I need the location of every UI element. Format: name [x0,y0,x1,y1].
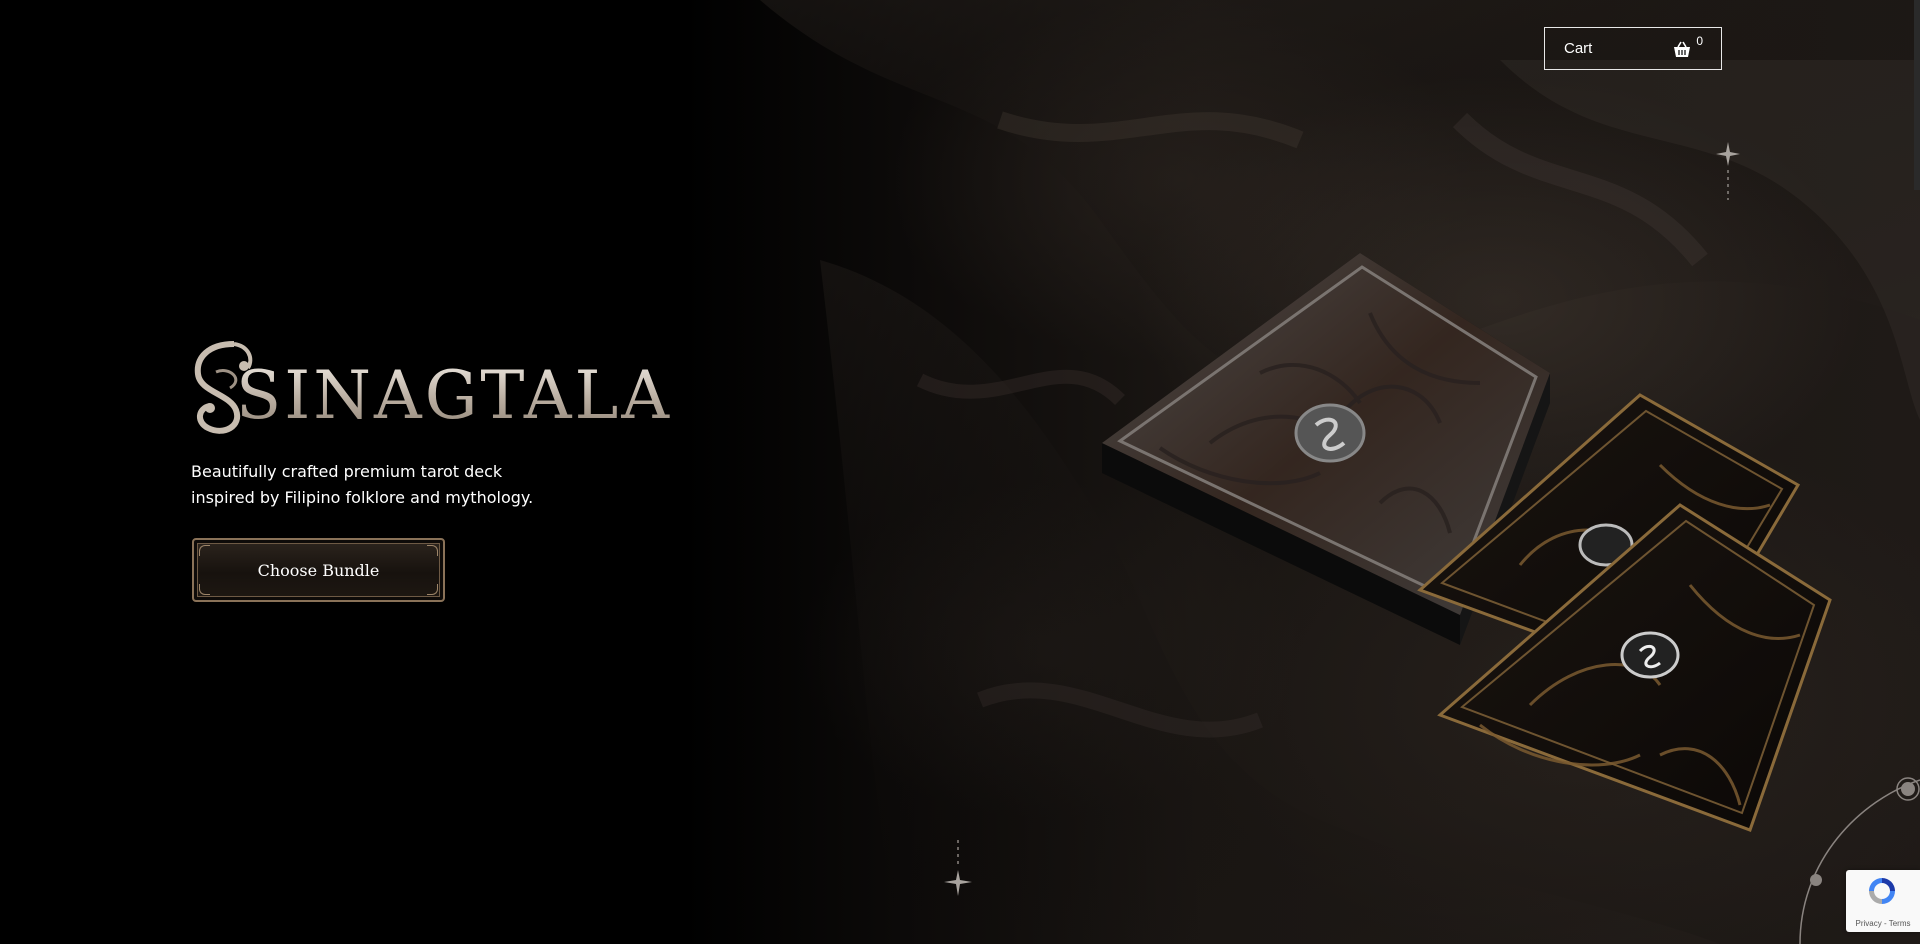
button-ornament [199,545,210,556]
basket-icon [1674,41,1691,57]
brand-wordmark: SINAGTALA [236,357,672,434]
sparkle-star-icon [944,840,972,896]
button-ornament [199,584,210,595]
choose-bundle-button[interactable]: Choose Bundle [192,538,445,602]
scrollbar[interactable] [1914,0,1920,190]
recaptcha-icon [1869,878,1895,904]
choose-bundle-label: Choose Bundle [257,560,380,580]
button-ornament [427,545,438,556]
recaptcha-badge[interactable]: Privacy - Terms [1846,870,1920,932]
sparkle-star-icon [1716,142,1740,200]
page: Cart 0 SINAGTALA Beautifully crafted pre… [0,0,1920,944]
brand-logo: SINAGTALA [194,341,672,434]
cart-label: Cart [1564,40,1593,57]
recaptcha-links[interactable]: Privacy - Terms [1846,919,1920,928]
cart-count-badge: 0 [1696,33,1703,48]
cart-button[interactable]: Cart 0 [1544,27,1722,70]
hero-tagline: Beautifully crafted premium tarot deck i… [191,462,534,507]
button-ornament [427,584,438,595]
